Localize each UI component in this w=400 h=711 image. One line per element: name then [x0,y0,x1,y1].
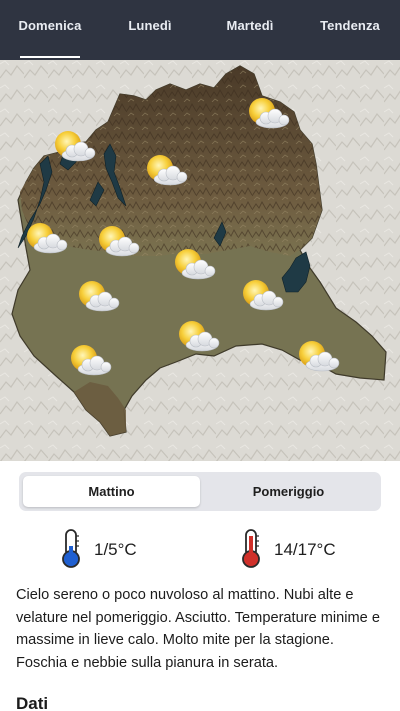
thermometer-hot-icon [238,528,264,573]
afternoon-button[interactable]: Pomeriggio [200,476,377,507]
temperature-row: 1/5°C 14/17°C [0,528,400,572]
tab-lunedi[interactable]: Lunedì [100,0,200,60]
tab-tendenza[interactable]: Tendenza [300,0,400,60]
section-title-dati: Dati [16,694,49,711]
max-temperature-value: 14/17°C [274,540,336,559]
min-temperature-value: 1/5°C [94,540,137,559]
morning-button[interactable]: Mattino [23,476,200,507]
weather-map[interactable] [0,60,400,461]
forecast-description: Cielo sereno o poco nuvoloso al mattino.… [16,587,380,671]
thermometer-cold-icon [58,528,84,573]
min-temperature: 1/5°C [58,528,137,572]
period-selector: Mattino Pomeriggio [19,472,381,511]
tab-domenica[interactable]: Domenica [0,0,100,60]
day-tab-bar: Domenica Lunedì Martedì Tendenza [0,0,400,60]
region-map-svg [0,60,400,461]
max-temperature: 14/17°C [238,528,336,572]
tab-martedi[interactable]: Martedì [200,0,300,60]
